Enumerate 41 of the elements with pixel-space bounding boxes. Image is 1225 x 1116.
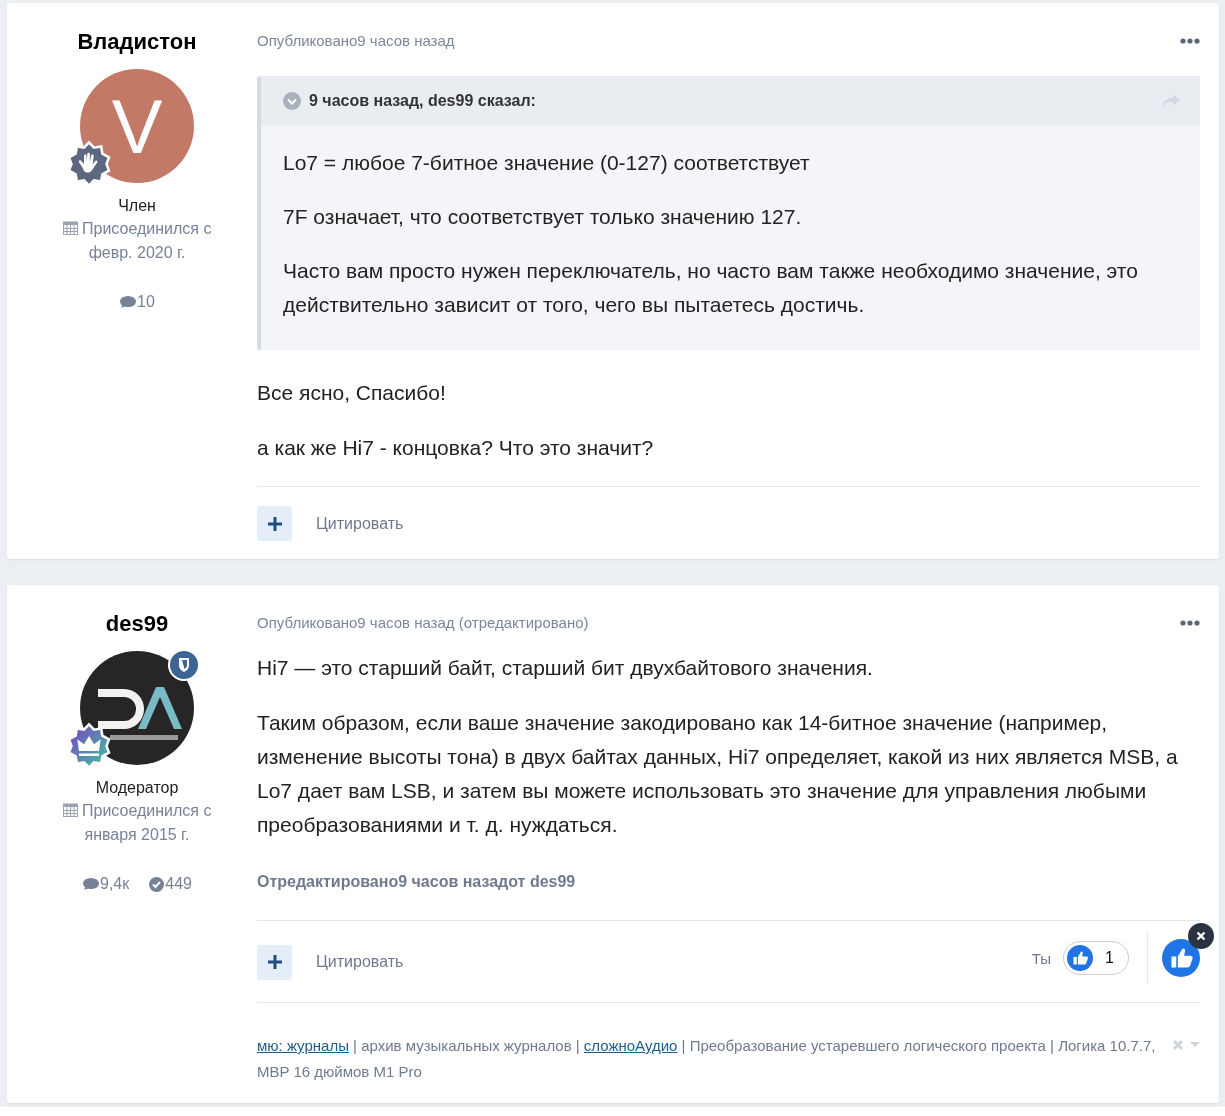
quote-paragraph: 7F означает, что соответствует только значению 127. — [283, 204, 803, 230]
plus-icon — [267, 516, 282, 531]
comment-icon — [82, 877, 99, 891]
post-paragraph: а как же Hi7 - концовка? Что это значит? — [257, 435, 655, 461]
member-role: Модератор — [95, 779, 179, 797]
signature-link[interactable]: мю: журналы — [257, 1037, 349, 1054]
reputation-count: 449 — [165, 875, 192, 893]
post-paragraph: Все ясно, Спасибо! — [257, 380, 447, 406]
like-icon — [1067, 945, 1094, 971]
join-date: Присоединился с января 2015 г. — [82, 802, 212, 843]
edit-note: Отредактировано9 часов назадот des99 — [257, 873, 577, 891]
plus-icon — [267, 955, 282, 969]
quote-header: 9 часов назад, des99 сказал: — [309, 92, 536, 110]
post-count: 10 — [137, 293, 155, 311]
close-icon[interactable] — [1188, 923, 1214, 949]
author-name[interactable]: Владистон — [77, 29, 197, 55]
comment-icon — [119, 295, 137, 309]
calendar-icon — [62, 802, 78, 817]
quote-button[interactable]: Цитировать — [316, 514, 404, 533]
calendar-icon — [62, 220, 78, 235]
multiquote-button[interactable] — [257, 944, 292, 980]
quote-button[interactable]: Цитировать — [316, 953, 404, 971]
post-date: Опубликовано9 часов назад (отредактировано) — [257, 614, 589, 631]
post-paragraph: Hi7 — это старший байт, старший бит двухбайтового значения. — [257, 655, 874, 681]
quote-paragraph: Часто вам просто нужен переключатель, но часто вам также необходимо значение, это действительно зависит от того, чего вы пытаетесь достичь. — [283, 258, 1139, 318]
post-count: 9,4к — [100, 875, 130, 893]
more-options-icon[interactable] — [1180, 37, 1200, 44]
like-button[interactable] — [1162, 939, 1200, 977]
reaction-user: Ты — [1031, 949, 1052, 967]
member-role: Член — [118, 197, 156, 215]
signature-link[interactable]: сложноАудио — [583, 1037, 678, 1054]
author-name[interactable]: des99 — [105, 611, 169, 637]
like-icon — [1162, 939, 1200, 977]
post-paragraph: Таким образом, если ваше значение закодировано как 14-битное значение (например, изменение высоты тона) в двух байтах данных, Hi7 определяет, какой из них является MSB, а Lo7 дает вам LSB, и затем вы можете использовать это значение для управления любыми преобразованиями и т. д. нуждаться. — [257, 710, 1179, 838]
join-date: Присоединился с февр. 2020 г. — [82, 220, 212, 261]
quote-paragraph: Lo7 = любое 7-битное значение (0-127) соответствует — [283, 150, 811, 176]
more-options-icon[interactable] — [1180, 619, 1200, 626]
check-circle-icon — [149, 876, 165, 892]
post-date: Опубликовано9 часов назад — [257, 32, 455, 49]
multiquote-button[interactable] — [257, 506, 292, 541]
signature-text: мю: журналы | архив музыкальных журналов | сложноАудио | Преобразование устаревшего логического проекта | Логика 10.7.7, MBP 16 дюймов M1 Pro — [257, 1036, 1157, 1082]
